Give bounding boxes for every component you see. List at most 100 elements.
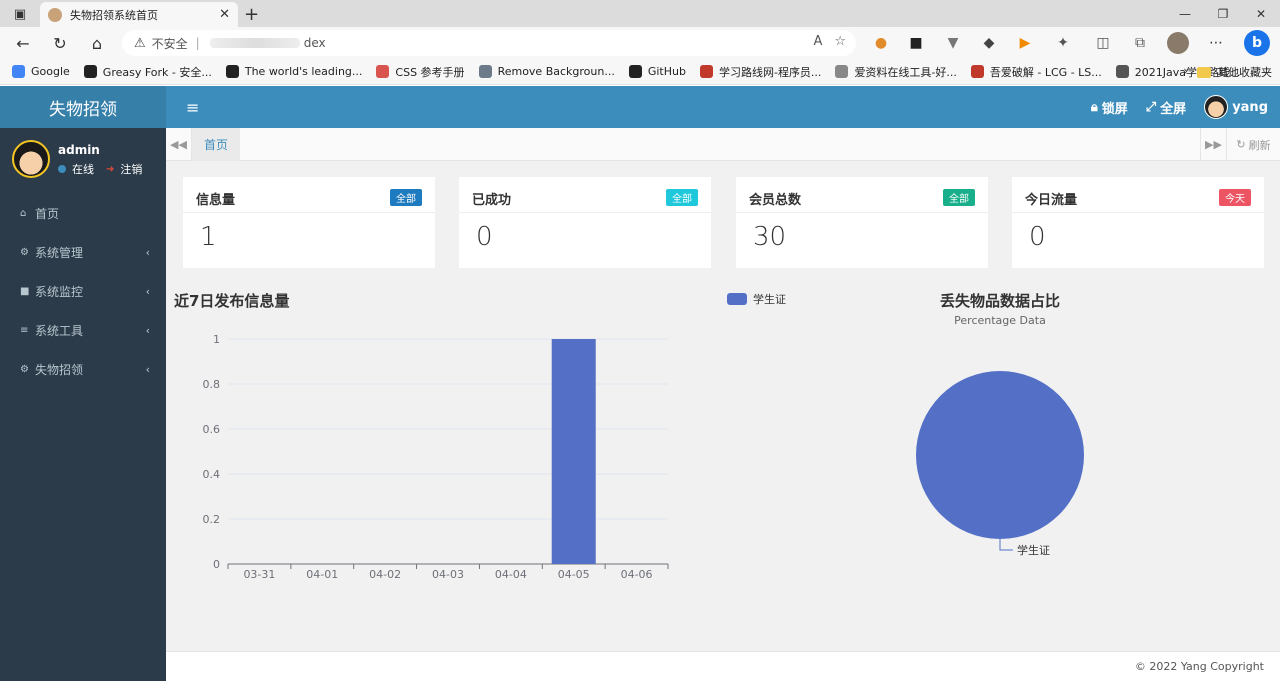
extensions-puzzle-icon[interactable]: ✦	[1052, 32, 1074, 54]
tab-actions-icon[interactable]: ▣	[6, 5, 34, 23]
sidebar-item-0[interactable]: ⌂ 首页	[0, 194, 166, 233]
card-title: 会员总数	[749, 193, 802, 208]
x-tick-label: 04-04	[495, 568, 527, 581]
bar-chart-title: 近7日发布信息量	[174, 292, 290, 310]
card-divider	[183, 212, 435, 213]
bar[interactable]	[551, 339, 596, 564]
warning-icon: ⚠	[134, 35, 146, 51]
tabs-scroll-right-icon[interactable]: ▶▶	[1200, 128, 1226, 161]
bookmark-item[interactable]: Google	[12, 65, 70, 78]
online-label: 在线	[72, 163, 94, 176]
sidebar: admin 在线 ➜ 注销 ⌂ 首页 ⚙ 系统管理 ‹ ■ 系统监控 ‹ ≡ 系统工具 ‹ ⚙ 失物招领…	[0, 128, 166, 681]
card-title: 已成功	[472, 193, 512, 208]
insecure-label: 不安全	[151, 36, 188, 51]
footer: © 2022 Yang Copyright	[166, 651, 1280, 681]
minimize-icon[interactable]: —	[1166, 0, 1204, 27]
lock-screen-button[interactable]: 🔒︎ 锁屏	[1091, 98, 1128, 117]
card-badge: 全部	[390, 189, 422, 206]
tabs-scroll-left-icon[interactable]: ◀◀	[166, 128, 192, 161]
bookmark-item[interactable]: CSS 参考手册	[376, 64, 465, 80]
bing-icon[interactable]: b	[1244, 30, 1270, 56]
bookmark-folder[interactable]: 其他收藏夹	[1197, 64, 1272, 80]
card-value: 1	[200, 222, 217, 252]
restore-icon[interactable]: ❐	[1204, 0, 1242, 27]
chevron-left-icon: ‹	[145, 246, 150, 259]
expand-icon: ⤢	[1145, 99, 1157, 115]
favorite-star-icon[interactable]: ☆	[834, 34, 846, 49]
x-tick-label: 04-01	[306, 568, 338, 581]
card-title: 今日流量	[1025, 193, 1078, 208]
sidebar-item-2[interactable]: ■ 系统监控 ‹	[0, 272, 166, 311]
pie-slice[interactable]	[916, 371, 1084, 539]
home-browser-icon[interactable]: ⌂	[84, 32, 110, 54]
profile-avatar-icon[interactable]	[1167, 32, 1189, 54]
logout-link[interactable]: 注销	[120, 161, 142, 177]
bookmarks-overflow-icon[interactable]: ›	[1183, 64, 1188, 78]
gear-icon: ⚙	[20, 247, 29, 258]
url-input[interactable]: ⚠ 不安全 | dex A ☆	[122, 30, 856, 56]
x-tick-label: 04-05	[558, 568, 590, 581]
sidebar-item-3[interactable]: ≡ 系统工具 ‹	[0, 311, 166, 350]
stat-card: 已成功 全部 0	[459, 177, 711, 268]
pie-chart-title: 丢失物品数据占比	[939, 292, 1060, 310]
pie-slice-label: 学生证	[1017, 543, 1050, 557]
cookie-extension-icon[interactable]: ●	[870, 32, 892, 54]
card-divider	[736, 212, 988, 213]
y-tick-label: 0.4	[203, 468, 221, 481]
bookmark-item[interactable]: The world's leading...	[225, 65, 362, 78]
app-logo[interactable]: 失物招领	[0, 86, 166, 128]
sidebar-item-label: 失物招领	[35, 363, 84, 377]
home-icon: ⌂	[20, 208, 27, 219]
sidebar-item-1[interactable]: ⚙ 系统管理 ‹	[0, 233, 166, 272]
vue-extension-icon[interactable]: ▼	[942, 32, 964, 54]
bookmark-item[interactable]: 吾爱破解 - LCG - LS...	[970, 64, 1102, 80]
reload-icon[interactable]: ↻	[47, 32, 73, 54]
new-tab-icon[interactable]: +	[244, 4, 259, 25]
refresh-button[interactable]: ↻ 刷新	[1226, 128, 1280, 161]
sidebar-username: admin	[58, 143, 100, 157]
fullscreen-button[interactable]: ⤢ 全屏	[1146, 98, 1186, 117]
card-title: 信息量	[196, 193, 236, 208]
bookmark-item[interactable]: Remove Backgroun...	[478, 65, 615, 78]
more-menu-icon[interactable]: ⋯	[1205, 32, 1227, 54]
close-tab-icon[interactable]: ✕	[219, 7, 230, 22]
bookmark-label: Greasy Fork - 安全...	[102, 65, 212, 79]
window-controls: — ❐ ✕	[1166, 0, 1280, 27]
refresh-icon: ↻	[1236, 138, 1246, 151]
bar-chart: 0 0.2 0.4 0.6 0.8 1 03-31 04-01 04-02 04-03 04-04 0…	[203, 333, 669, 581]
bookmark-icon	[12, 65, 25, 78]
y-tick-label: 0.8	[203, 378, 221, 391]
favicon-icon	[48, 7, 62, 22]
browser-tab[interactable]: 失物招领系统首页 ✕	[40, 2, 238, 27]
back-icon[interactable]: ←	[10, 32, 36, 54]
bookmark-item[interactable]: 爱资料在线工具-好...	[835, 64, 957, 80]
sidebar-toggle-icon[interactable]: ≡	[186, 98, 199, 117]
media-extension-icon[interactable]: ▶	[1014, 32, 1036, 54]
sidebar-item-label: 系统管理	[35, 246, 84, 260]
sidebar-item-4[interactable]: ⚙ 失物招领 ‹	[0, 350, 166, 389]
user-panel: admin 在线 ➜ 注销	[0, 128, 166, 190]
bookmark-icon	[83, 65, 97, 78]
user-menu[interactable]: yang	[1204, 95, 1268, 119]
bookmark-item[interactable]: GitHub	[628, 65, 686, 78]
card-value: 30	[753, 222, 787, 252]
collections-icon[interactable]: ⧉	[1129, 32, 1151, 54]
bookmark-label: Remove Backgroun...	[497, 65, 615, 78]
y-tick-label: 0.2	[203, 513, 221, 526]
bookmark-label: 学习路线网-程序员...	[718, 65, 822, 79]
extension-icon[interactable]: ◆	[978, 32, 1000, 54]
split-screen-icon[interactable]: ◫	[1092, 32, 1114, 54]
chart-legend[interactable]: 学生证	[727, 291, 786, 307]
bookmark-item[interactable]: Greasy Fork - 安全...	[83, 64, 212, 80]
tampermonkey-extension-icon[interactable]: ■	[905, 32, 927, 54]
video-camera-icon: ■	[20, 286, 30, 297]
tab-home[interactable]: 首页	[192, 128, 241, 161]
card-badge: 全部	[943, 189, 975, 206]
address-bar-row: ← ↻ ⌂ ⚠ 不安全 | dex A ☆ ● ■ ▼ ◆ ▶ ✦ ◫ ⧉ ⋯ …	[0, 27, 1280, 59]
user-status: 在线 ➜ 注销	[58, 161, 142, 177]
read-aloud-icon[interactable]: A	[813, 34, 822, 49]
close-window-icon[interactable]: ✕	[1242, 0, 1280, 27]
bookmark-item[interactable]: 学习路线网-程序员...	[699, 64, 822, 80]
bookmark-icon	[376, 65, 390, 78]
x-tick-label: 03-31	[243, 568, 275, 581]
